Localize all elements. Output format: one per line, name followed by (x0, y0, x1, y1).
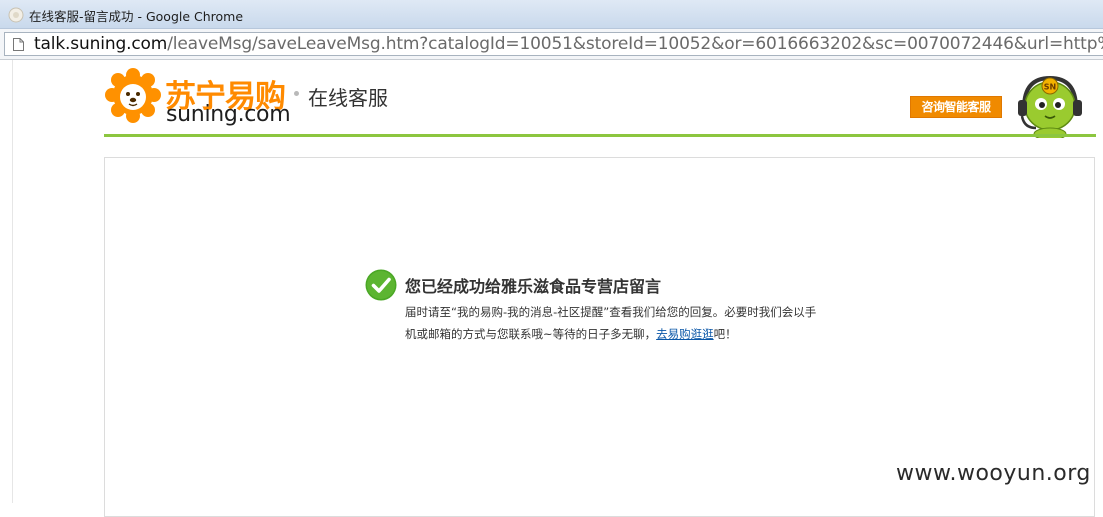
message-line-2-end: 吧！ (713, 327, 737, 341)
address-bar: talk.suning.com/leaveMsg/saveLeaveMsg.ht… (0, 29, 1103, 60)
page-header: 苏宁易购 suning.com 在线客服 咨询智能客服 SN (104, 60, 1096, 138)
message-line-2: 机或邮箱的方式与您联系哦~等待的日子多无聊，去易购逛逛吧！ (405, 323, 835, 345)
page-title: 在线客服 (308, 86, 388, 110)
success-message: 届时请至“我的易购-我的消息-社区提醒”查看我们给您的回复。必要时我们会以手 机… (405, 301, 835, 345)
url-host: talk.suning.com (34, 34, 168, 54)
url-text[interactable]: talk.suning.com/leaveMsg/saveLeaveMsg.ht… (34, 34, 1103, 54)
go-shopping-link[interactable]: 去易购逛逛 (656, 327, 714, 341)
logo-trademark-dot (294, 91, 299, 96)
success-check-icon (365, 269, 397, 301)
header-divider (104, 134, 1096, 137)
page-favicon-icon (8, 7, 24, 23)
page-icon (13, 38, 24, 51)
watermark-text: www.wooyun.org (896, 461, 1091, 486)
url-field[interactable]: talk.suning.com/leaveMsg/saveLeaveMsg.ht… (4, 32, 1103, 56)
robot-badge-text: SN (1044, 83, 1056, 92)
url-path: /leaveMsg/saveLeaveMsg.htm?catalogId=100… (167, 34, 1103, 54)
success-title: 您已经成功给雅乐滋食品专营店留言 (405, 277, 662, 296)
left-divider (12, 60, 13, 503)
robot-agent-avatar-icon[interactable]: SN (1012, 74, 1088, 138)
message-line-1: 届时请至“我的易购-我的消息-社区提醒”查看我们给您的回复。必要时我们会以手 (405, 305, 817, 319)
logo-domain-text: suning.com (166, 102, 291, 127)
window-title: 在线客服-留言成功 - Google Chrome (29, 9, 244, 24)
message-line-2-text: 机或邮箱的方式与您联系哦~等待的日子多无聊， (405, 327, 657, 341)
suning-lion-logo-icon[interactable] (104, 67, 162, 125)
smart-service-button[interactable]: 咨询智能客服 (910, 96, 1002, 118)
window-titlebar: 在线客服-留言成功 - Google Chrome (0, 0, 1103, 29)
